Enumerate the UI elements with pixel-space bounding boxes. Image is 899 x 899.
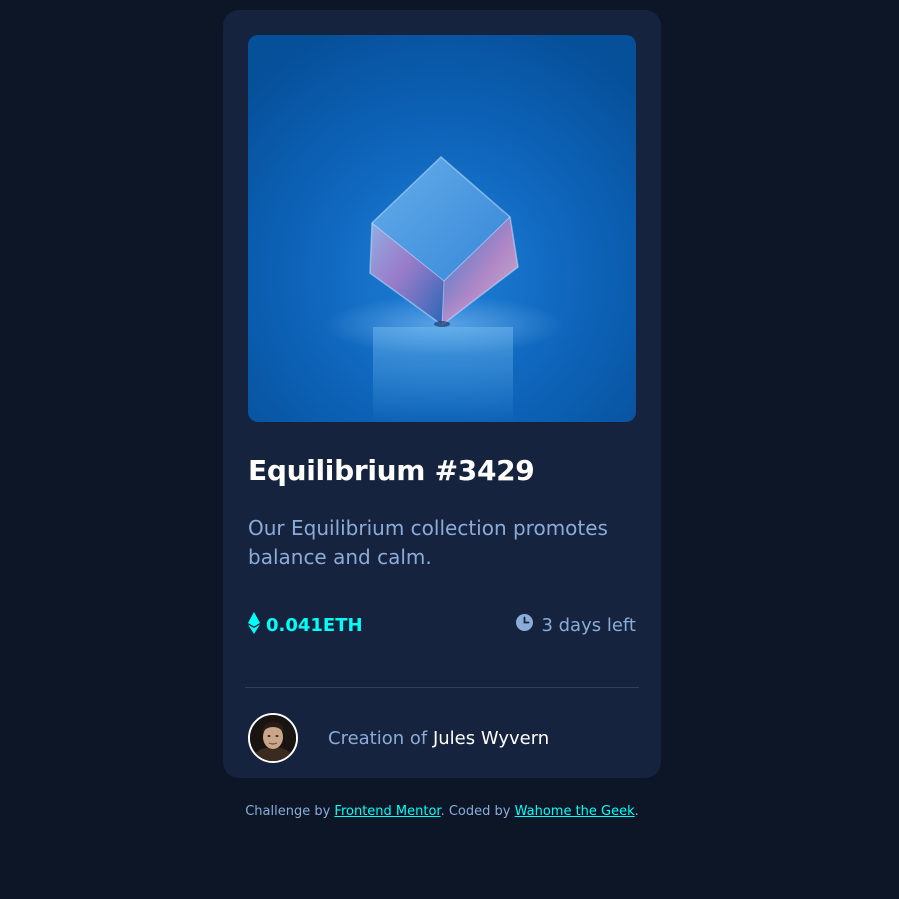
creator-credit: Creation of Jules Wyvern [328, 728, 549, 749]
price-value: 0.041ETH [266, 614, 363, 636]
time-left-info: 3 days left [516, 610, 636, 640]
frontend-mentor-link[interactable]: Frontend Mentor [334, 804, 440, 819]
nft-card: Equilibrium #3429 Our Equilibrium collec… [223, 10, 661, 778]
equilibrium-cube-image [248, 35, 636, 422]
nft-meta-row: 0.041ETH 3 days left [248, 610, 636, 640]
clock-icon [516, 614, 534, 636]
creator-prefix: Creation of [328, 727, 433, 749]
nft-description: Our Equilibrium collection promotes bala… [248, 516, 608, 569]
attribution-footer: Challenge by Frontend Mentor. Coded by W… [0, 804, 884, 819]
author-link[interactable]: Wahome the Geek [515, 804, 635, 819]
price-info: 0.041ETH [248, 610, 363, 640]
ethereum-icon [248, 611, 260, 639]
divider [245, 687, 639, 688]
nft-title[interactable]: Equilibrium #3429 [248, 454, 535, 487]
creator-name-link[interactable]: Jules Wyvern [433, 728, 549, 749]
creator-row: Creation of Jules Wyvern [248, 713, 549, 763]
attribution-prefix: Challenge by [245, 804, 335, 819]
time-left-value: 3 days left [541, 614, 636, 636]
attribution-suffix: . [634, 804, 639, 819]
nft-image-link[interactable] [248, 35, 636, 422]
avatar [248, 713, 298, 763]
attribution-middle: . Coded by [440, 804, 515, 819]
